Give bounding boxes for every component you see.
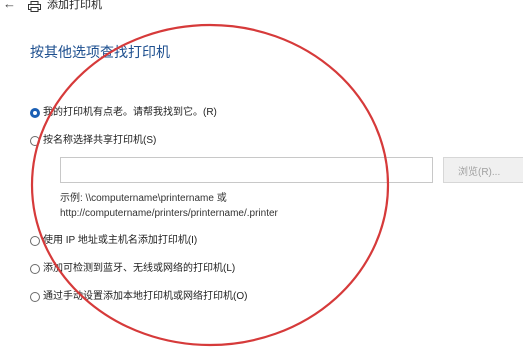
option-ip-address[interactable]: 使用 IP 地址或主机名添加打印机(I) [30, 234, 197, 248]
back-arrow-icon[interactable]: ← [3, 0, 16, 11]
shared-printer-name-input[interactable] [60, 157, 433, 183]
radio-ip-address[interactable] [30, 236, 40, 246]
window-title: 添加打印机 [47, 0, 102, 11]
printer-icon [28, 1, 41, 12]
page-heading: 按其他选项查找打印机 [30, 44, 170, 60]
option-printer-older[interactable]: 我的打印机有点老。请帮我找到它。(R) [30, 106, 217, 120]
option-label: 按名称选择共享打印机(S) [43, 135, 157, 146]
option-label: 我的打印机有点老。请帮我找到它。(R) [43, 107, 217, 118]
browse-button[interactable]: 浏览(R)... [443, 157, 523, 183]
option-label: 通过手动设置添加本地打印机或网络打印机(O) [43, 291, 248, 302]
radio-shared-by-name[interactable] [30, 136, 40, 146]
option-label: 添加可检测到蓝牙、无线或网络的打印机(L) [43, 263, 236, 274]
example-line-1: 示例: \\computername\printername 或 [60, 193, 227, 204]
option-shared-by-name[interactable]: 按名称选择共享打印机(S) [30, 134, 156, 148]
option-label: 使用 IP 地址或主机名添加打印机(I) [43, 235, 198, 246]
example-text: 示例: \\computername\printername 或 http://… [60, 191, 278, 221]
radio-printer-older[interactable] [30, 108, 40, 118]
option-bluetooth-wireless[interactable]: 添加可检测到蓝牙、无线或网络的打印机(L) [30, 262, 235, 276]
radio-bluetooth-wireless[interactable] [30, 264, 40, 274]
radio-manual-local[interactable] [30, 292, 40, 302]
option-manual-local[interactable]: 通过手动设置添加本地打印机或网络打印机(O) [30, 290, 247, 304]
example-line-2: http://computername/printers/printername… [60, 208, 278, 219]
title-bar: ← 添加打印机 [0, 0, 523, 16]
